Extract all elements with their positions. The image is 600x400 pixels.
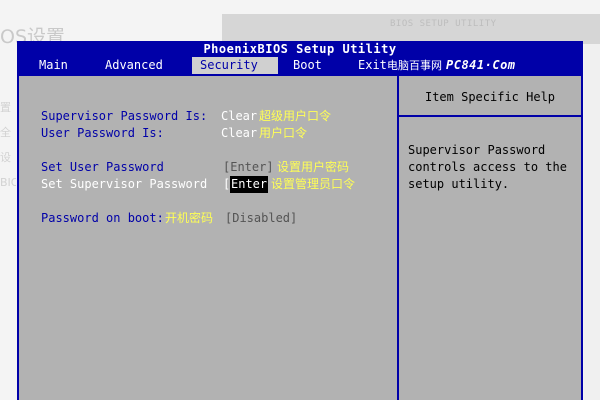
set-supervisor-password-label: Set Supervisor Password bbox=[41, 177, 208, 191]
menu-tab-label: Boot bbox=[293, 58, 322, 72]
help-panel-text: Supervisor Password controls access to t… bbox=[408, 142, 578, 193]
menu-tab-label: Exit bbox=[358, 58, 387, 72]
set-user-password-label: Set User Password bbox=[41, 160, 164, 174]
annotation-set-user: 设置用户密码 bbox=[277, 160, 350, 174]
background-side-fragment: 全 bbox=[0, 126, 11, 139]
set-supervisor-password-row[interactable]: Set Supervisor Password [ Enter 设置管理员口令 bbox=[41, 176, 395, 193]
help-line: Supervisor Password bbox=[408, 143, 546, 157]
user-password-status-row: User Password Is: Clear 用户口令 bbox=[41, 125, 395, 142]
menu-tab-advanced[interactable]: Advanced bbox=[105, 57, 175, 74]
supervisor-password-status-row: Supervisor Password Is: Clear 超级用户口令 bbox=[41, 108, 395, 125]
password-on-boot-value[interactable]: [Disabled] bbox=[225, 210, 297, 227]
set-supervisor-password-value[interactable]: Enter bbox=[230, 176, 269, 193]
supervisor-password-status-value: Clear bbox=[221, 109, 258, 123]
panel-divider bbox=[397, 76, 399, 400]
menu-tab-main[interactable]: Main bbox=[39, 57, 79, 74]
help-line: setup utility. bbox=[408, 177, 510, 191]
annotation-user-status: 用户口令 bbox=[259, 126, 308, 140]
background-margin bbox=[584, 44, 600, 400]
set-user-password-value[interactable]: [Enter] bbox=[223, 159, 274, 176]
bios-menu-bar: Main Advanced Security Boot Exit 电脑百事网 PC… bbox=[17, 57, 583, 74]
annotation-supervisor-status: 超级用户口令 bbox=[259, 109, 332, 123]
menu-tab-label: Main bbox=[39, 58, 68, 72]
annotation-set-supervisor: 设置管理员口令 bbox=[271, 177, 356, 191]
help-line: controls access to the bbox=[408, 160, 567, 174]
supervisor-password-status-label: Supervisor Password Is: bbox=[41, 109, 208, 123]
watermark-logo: 电脑百事网 PC841·Com bbox=[387, 57, 516, 74]
menu-tab-boot[interactable]: Boot bbox=[293, 57, 333, 74]
background-side-fragment: 设 bbox=[0, 151, 11, 164]
watermark-text: 电脑百事网 bbox=[387, 59, 442, 72]
set-user-password-row[interactable]: Set User Password [Enter] 设置用户密码 bbox=[41, 159, 395, 176]
menu-tab-exit[interactable]: Exit bbox=[358, 57, 388, 74]
background-banner-caption: BIOS SETUP UTILITY bbox=[390, 19, 497, 29]
annotation-password-on-boot: 开机密码 bbox=[165, 211, 214, 225]
bios-title: PhoenixBIOS Setup Utility bbox=[203, 42, 397, 56]
menu-tab-label: Advanced bbox=[105, 58, 163, 72]
user-password-status-value: Clear bbox=[221, 126, 258, 140]
password-on-boot-row[interactable]: Password on boot: 开机密码 [Disabled] bbox=[41, 210, 395, 227]
password-on-boot-label: Password on boot: bbox=[41, 211, 164, 225]
menu-tab-security[interactable]: Security bbox=[192, 57, 278, 74]
background-side-text: 置 全 设 BIOS bbox=[0, 95, 16, 195]
help-panel-divider bbox=[399, 115, 581, 117]
menu-tab-label: Security bbox=[200, 58, 258, 72]
background-side-fragment: BIOS bbox=[0, 176, 16, 189]
user-password-status-label: User Password Is: bbox=[41, 126, 164, 140]
security-panel: Supervisor Password Is: Clear 超级用户口令 Use… bbox=[19, 76, 581, 400]
help-panel-title: Item Specific Help bbox=[424, 90, 556, 104]
watermark-brand: PC841·Com bbox=[446, 58, 516, 72]
bios-window: PhoenixBIOS Setup Utility Main Advanced … bbox=[17, 41, 583, 400]
background-side-fragment: 置 bbox=[0, 101, 11, 114]
